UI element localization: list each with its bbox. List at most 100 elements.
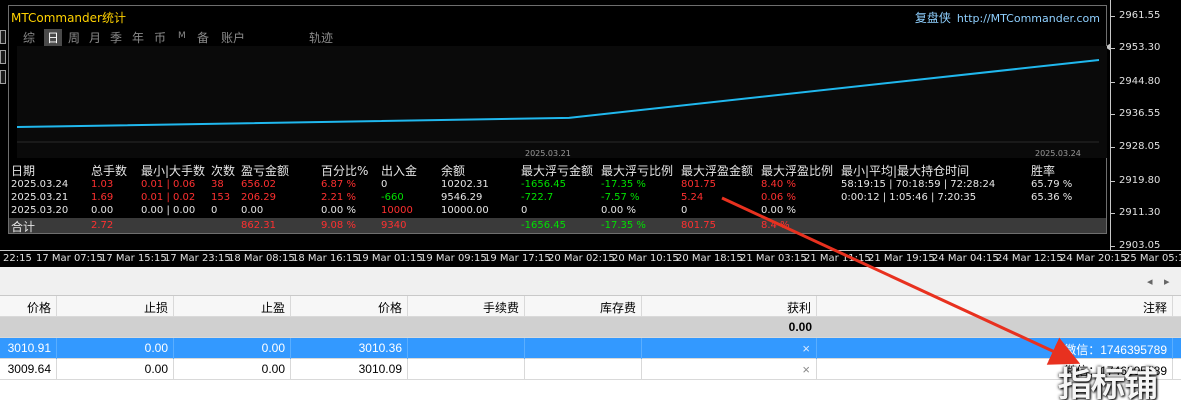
order-sl: 0.00 (57, 338, 174, 359)
stats-cell: 656.02 (241, 179, 276, 190)
stats-cell: 801.75 (681, 179, 716, 190)
tab-年[interactable]: 年 (132, 29, 144, 46)
toolbar-button[interactable] (0, 50, 6, 64)
panel-brand[interactable]: 复盘侠 http://MTCommander.com (915, 9, 1100, 26)
price-tick (1111, 48, 1115, 49)
column-header[interactable]: 止盈 (174, 296, 291, 317)
stats-header-cell: 最大浮盈金额 (681, 164, 754, 178)
tab-账户[interactable]: 账户 (221, 29, 245, 46)
orders-subtotal-row: 0.00 (0, 317, 1181, 338)
stats-header-cell: 总手数 (91, 164, 128, 178)
time-label: 17 Mar 07:15 (36, 253, 103, 264)
time-label: 22:15 (3, 253, 32, 264)
column-header[interactable]: 库存费 (525, 296, 642, 317)
close-icon[interactable]: × (642, 359, 817, 380)
order-row[interactable]: 3009.64 0.00 0.00 3010.09 × 微信：1746395789 (0, 359, 1181, 380)
column-header[interactable]: 注释 (817, 296, 1173, 317)
column-header[interactable]: 价格 (0, 296, 57, 317)
time-label: 20 Mar 10:15 (612, 253, 679, 264)
watermark: 指标铺 (1058, 365, 1158, 400)
column-header[interactable]: 获利 (642, 296, 817, 317)
stats-cell: 0 (381, 179, 388, 190)
time-label: 21 Mar 03:15 (740, 253, 807, 264)
time-label: 24 Mar 12:15 (996, 253, 1063, 264)
total-max-fp: 801.75 (681, 220, 716, 231)
stats-cell: 0.00 % (321, 205, 356, 216)
price-tick (1111, 82, 1115, 83)
orders-table: 价格 止损 止盈 价格 手续费 库存费 获利 注释 0.00 3010.91 0.00 0.00 3… (0, 296, 1181, 400)
equity-curve-chart: 2025.03.21 2025.03.24 (17, 46, 1107, 158)
stats-cell: 10000.00 (441, 205, 489, 216)
time-label: 25 Mar 05:15 (1124, 253, 1181, 264)
arrow-left-icon[interactable]: ◂ (1147, 275, 1153, 288)
order-sl: 0.00 (57, 359, 174, 380)
stats-cell: 0 (521, 205, 528, 216)
price-axis[interactable]: 2961.55 2953.30 2944.80 2936.55 2928.05 2919.… (1105, 0, 1181, 251)
time-label: 24 Mar 04:15 (932, 253, 999, 264)
stats-cell: 1.03 (91, 179, 114, 190)
arrow-right-icon[interactable]: ▸ (1164, 275, 1170, 288)
order-comment: 微信：1746395789 (817, 338, 1173, 359)
stats-cell: 0.00 (91, 205, 114, 216)
stats-panel: MTCommander统计 复盘侠 http://MTCommander.com … (8, 5, 1107, 234)
time-label: 21 Mar 19:15 (868, 253, 935, 264)
time-label: 19 Mar 09:15 (420, 253, 487, 264)
order-swap (525, 338, 642, 359)
stats-header-cell: 余额 (441, 164, 466, 178)
order-row[interactable]: 3010.91 0.00 0.00 3010.36 × 微信：1746395789 (0, 338, 1181, 359)
left-toolbar-strip (0, 0, 8, 250)
stats-cell: -722.7 (521, 192, 554, 203)
stats-cell: 8.40 % (761, 179, 796, 190)
time-label: 21 Mar 11:15 (804, 253, 871, 264)
column-header[interactable]: 止损 (57, 296, 174, 317)
price-chart[interactable]: 2961.55 2953.30 2944.80 2936.55 2928.05 2919.… (0, 0, 1181, 267)
time-label: 19 Mar 17:15 (484, 253, 551, 264)
orders-header-row: 价格 止损 止盈 价格 手续费 库存费 获利 注释 (0, 296, 1181, 317)
tab-季[interactable]: 季 (110, 29, 122, 46)
total-pct: 9.08 % (321, 220, 356, 231)
toolbar-button[interactable] (0, 30, 6, 44)
stats-cell: 0.06 % (761, 192, 796, 203)
equity-date-label: 2025.03.24 (1035, 149, 1081, 158)
toolbar-button[interactable] (0, 70, 6, 84)
subtotal-profit: 0.00 (788, 320, 812, 334)
total-max-fp-pct: 8.4 % (761, 220, 790, 231)
close-icon[interactable]: × (642, 338, 817, 359)
column-header[interactable]: 价格 (291, 296, 408, 317)
equity-date-label: 2025.03.21 (525, 149, 571, 158)
order-price: 3010.09 (291, 359, 408, 380)
stats-total-row: 合计 2.72 862.31 9.08 % 9340 -1656.45 -17.35 % 80… (9, 218, 1106, 234)
tab-周[interactable]: 周 (68, 29, 80, 46)
time-label: 24 Mar 20:15 (1060, 253, 1127, 264)
time-axis[interactable]: 22:15 17 Mar 07:15 17 Mar 15:15 17 Mar 23:1… (0, 250, 1181, 267)
stats-cell: -1656.45 (521, 179, 566, 190)
stats-header-cell: 最大浮亏金额 (521, 164, 594, 178)
stats-cell: 153 (211, 192, 231, 203)
price-tick (1111, 16, 1115, 17)
tab-月[interactable]: 月 (89, 29, 101, 46)
stats-cell: 65.36 % (1031, 192, 1073, 203)
time-label: 20 Mar 18:15 (676, 253, 743, 264)
tab-币[interactable]: 币 (154, 29, 166, 46)
tab-综[interactable]: 综 (23, 29, 35, 46)
tab-日[interactable]: 日 (44, 29, 63, 46)
tab-轨迹[interactable]: 轨迹 (309, 29, 333, 46)
stats-cell: 5.24 (681, 192, 704, 203)
stats-cell: 0.00 (241, 205, 264, 216)
stats-cell: 58:19:15 | 70:18:59 | 72:28:24 (841, 179, 996, 190)
price-tick (1111, 246, 1115, 247)
stats-header-cell: 胜率 (1031, 164, 1056, 178)
time-label: 18 Mar 16:15 (292, 253, 359, 264)
price-label: 2928.05 (1119, 141, 1161, 152)
price-tick (1111, 213, 1115, 214)
price-label: 2936.55 (1119, 108, 1161, 119)
stats-header-cell: 最小|平均|最大持仓时间 (841, 164, 970, 178)
tab-备[interactable]: 备 (197, 29, 209, 46)
stats-header-cell: 次数 (211, 164, 236, 178)
brand-url[interactable]: http://MTCommander.com (957, 12, 1100, 25)
price-tick (1111, 147, 1115, 148)
tab-M[interactable]: M (178, 31, 186, 41)
column-header[interactable]: 手续费 (408, 296, 525, 317)
stats-cell: -7.57 % (601, 192, 640, 203)
order-price: 3010.36 (291, 338, 408, 359)
